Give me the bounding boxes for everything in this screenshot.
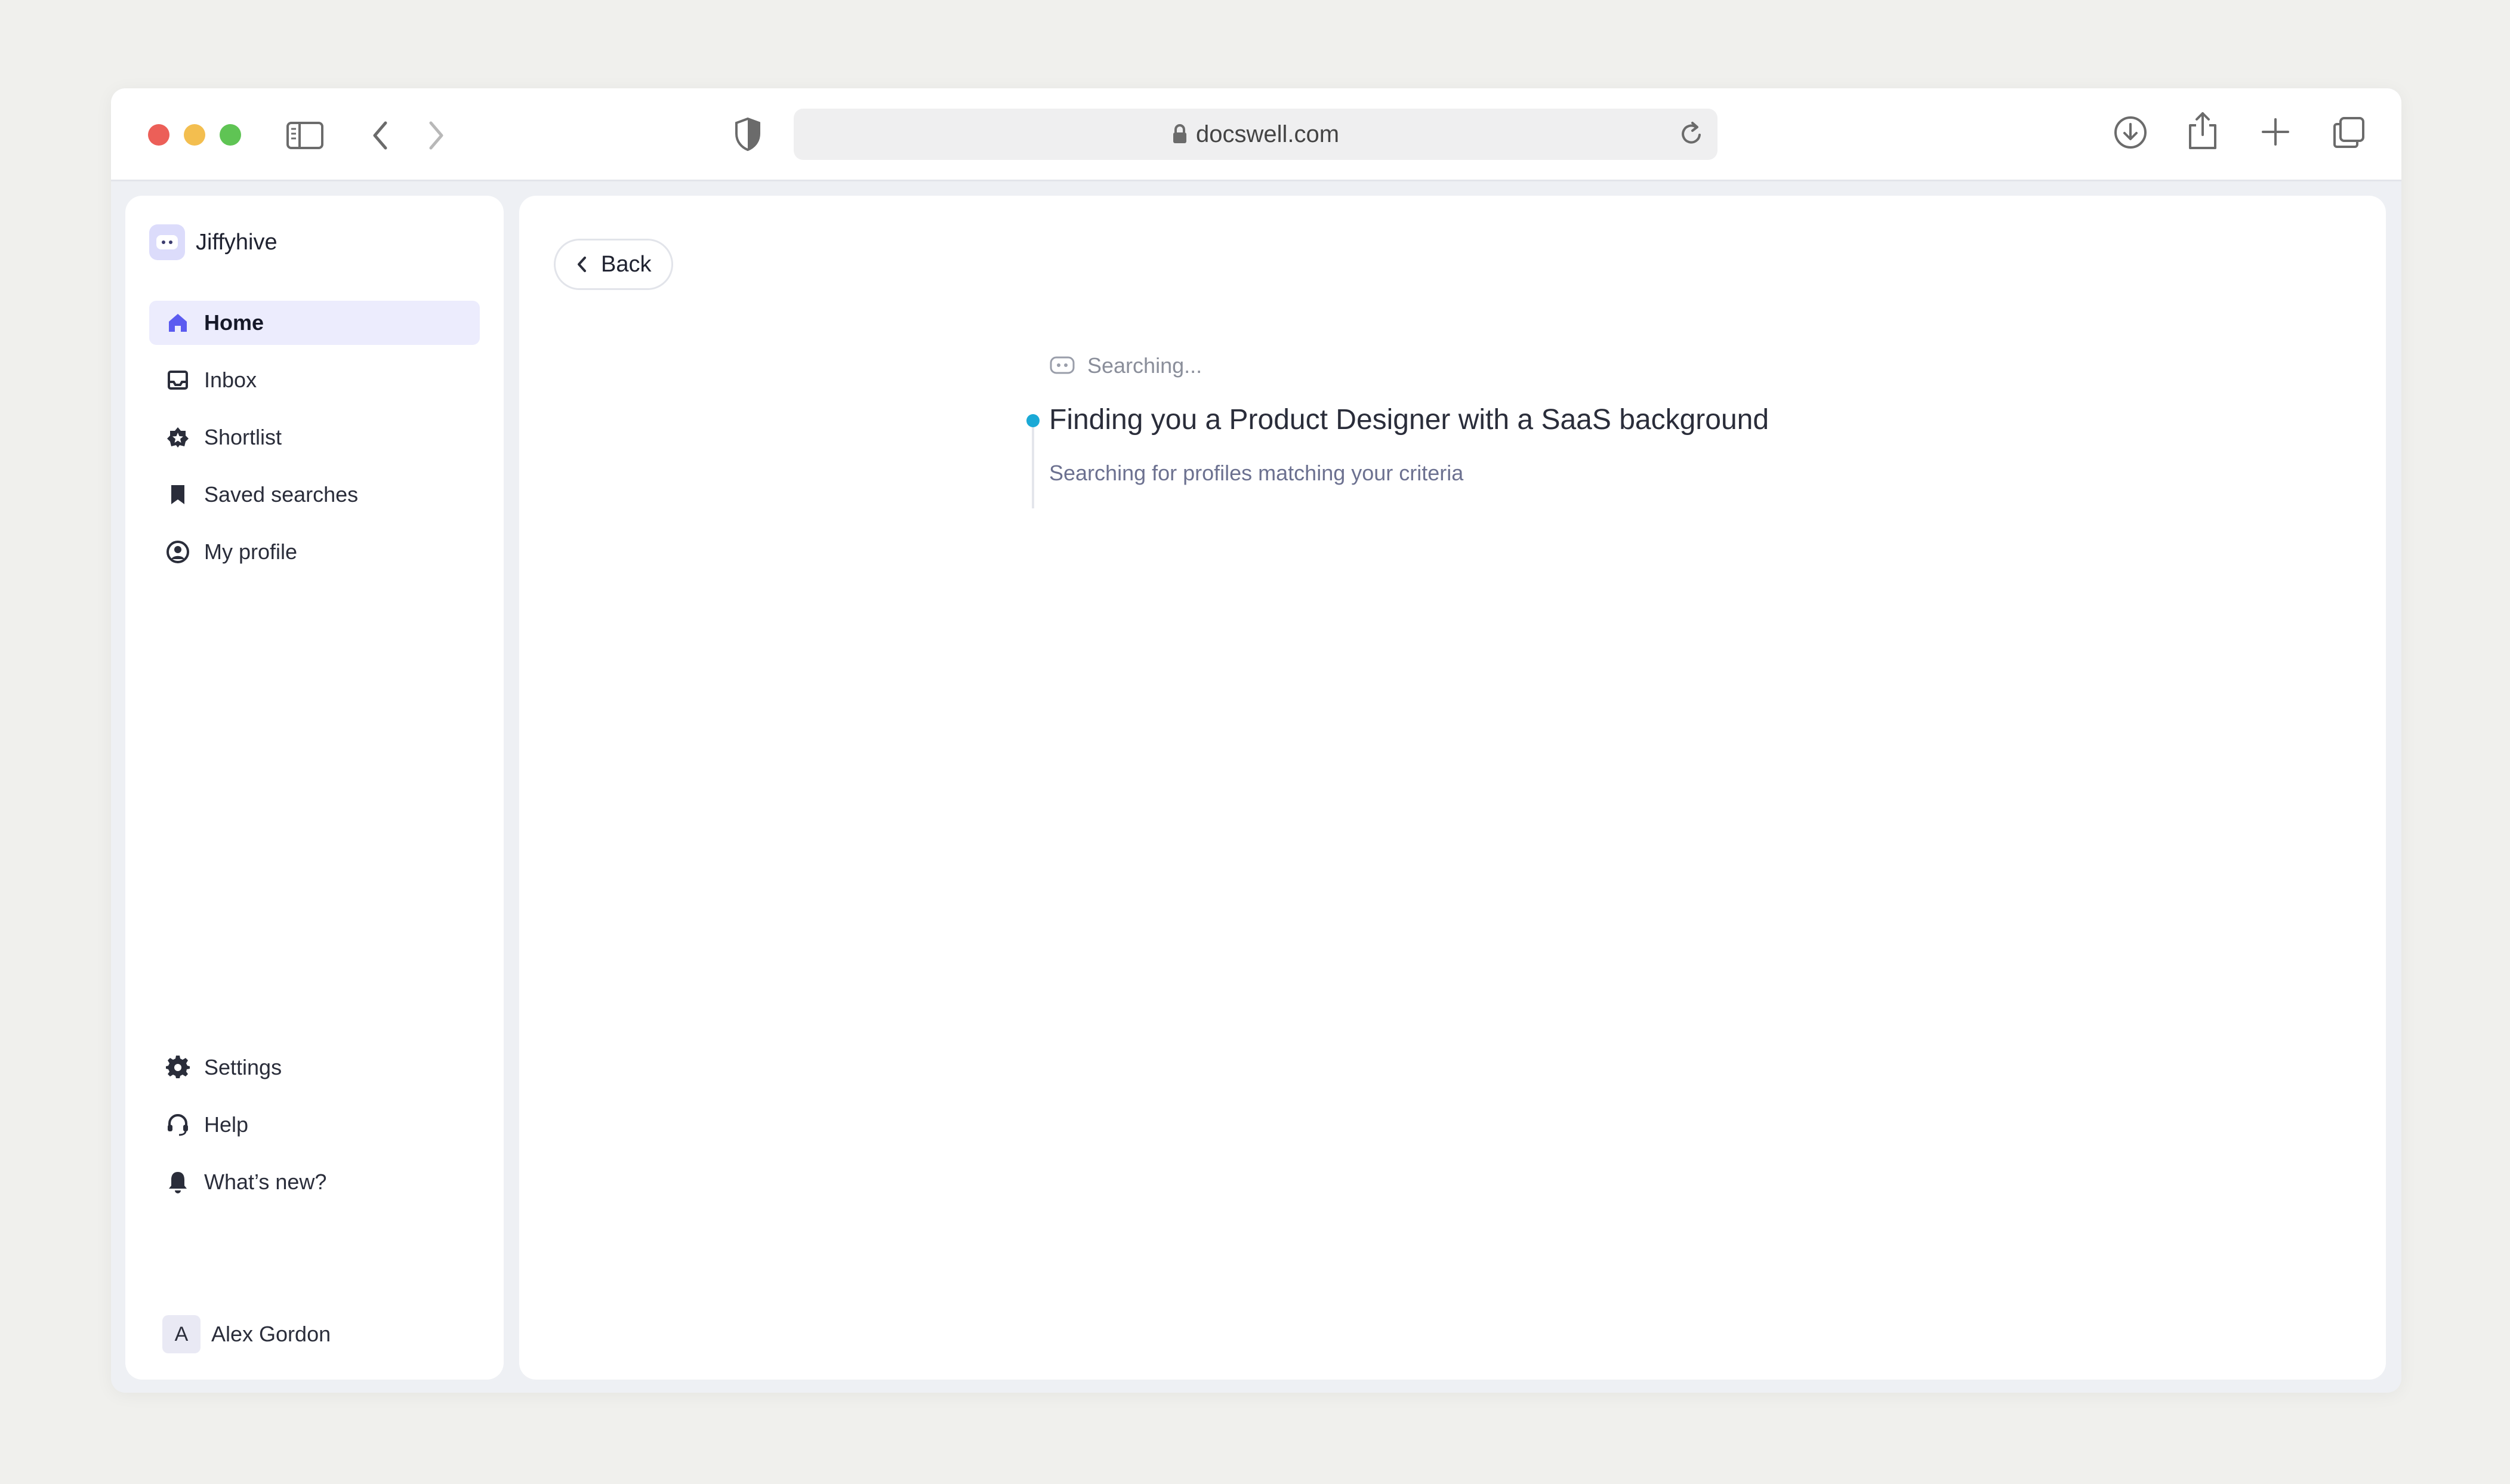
back-arrow-icon[interactable]	[371, 121, 389, 150]
sidebar-toggle-icon[interactable]	[286, 122, 323, 149]
sidebar-item-label: Saved searches	[204, 482, 359, 507]
new-tab-icon[interactable]	[2261, 117, 2290, 147]
forward-arrow-icon[interactable]	[427, 121, 445, 150]
timeline-line	[1032, 427, 1034, 508]
brand-logo-icon	[149, 224, 185, 260]
lock-icon	[1172, 124, 1188, 144]
inbox-icon	[165, 367, 191, 393]
sidebar-item-settings[interactable]: Settings	[149, 1045, 480, 1090]
star-badge-icon	[165, 424, 191, 451]
share-icon[interactable]	[2187, 111, 2219, 150]
user-circle-icon	[165, 539, 191, 565]
chevron-left-icon	[577, 256, 587, 273]
timeline-dot	[1026, 414, 1040, 427]
back-button[interactable]: Back	[554, 239, 673, 290]
sidebar-item-label: What’s new?	[204, 1170, 327, 1194]
user-account[interactable]: A Alex Gordon	[162, 1315, 331, 1353]
headset-icon	[165, 1112, 191, 1138]
reload-icon[interactable]	[1679, 121, 1704, 151]
sidebar-item-label: My profile	[204, 539, 298, 564]
sidebar-item-label: Settings	[204, 1055, 282, 1079]
maximize-window-button[interactable]	[220, 124, 241, 146]
sidebar-item-help[interactable]: Help	[149, 1103, 480, 1147]
sidebar-item-label: Help	[204, 1112, 249, 1137]
brand[interactable]: Jiffyhive	[149, 224, 277, 260]
back-button-label: Back	[601, 251, 652, 277]
sidebar-item-shortlist[interactable]: Shortlist	[149, 415, 480, 459]
user-name: Alex Gordon	[211, 1322, 331, 1346]
bookmark-icon	[165, 482, 191, 508]
bell-icon	[165, 1169, 191, 1195]
home-icon	[165, 310, 191, 336]
sidebar-item-label: Inbox	[204, 368, 257, 392]
main-panel: Back Searching... Finding you a Product …	[519, 196, 2386, 1380]
brand-name: Jiffyhive	[196, 229, 277, 255]
privacy-shield-icon[interactable]	[734, 117, 761, 152]
sidebar-item-inbox[interactable]: Inbox	[149, 358, 480, 402]
address-bar[interactable]: docswell.com	[794, 109, 1717, 160]
search-headline: Finding you a Product Designer with a Sa…	[1049, 404, 1769, 436]
search-subline: Searching for profiles matching your cri…	[1049, 461, 1464, 485]
avatar: A	[162, 1315, 201, 1353]
status-text: Searching...	[1087, 353, 1202, 378]
search-status: Searching...	[1049, 353, 1202, 378]
sidebar-item-home[interactable]: Home	[149, 301, 480, 345]
tab-overview-icon[interactable]	[2332, 116, 2366, 149]
sidebar-item-label: Shortlist	[204, 425, 282, 449]
bot-icon	[1049, 355, 1075, 377]
sidebar-item-my-profile[interactable]: My profile	[149, 530, 480, 574]
sidebar-item-label: Home	[204, 310, 264, 335]
gear-icon	[165, 1054, 191, 1081]
sidebar-item-whats-new[interactable]: What’s new?	[149, 1160, 480, 1204]
minimize-window-button[interactable]	[184, 124, 205, 146]
sidebar-item-saved-searches[interactable]: Saved searches	[149, 473, 480, 517]
download-icon[interactable]	[2113, 115, 2148, 150]
url-text: docswell.com	[1195, 121, 1340, 147]
sidebar: Jiffyhive Home Inbox Shortlist Saved sea…	[125, 196, 504, 1380]
browser-toolbar: docswell.com	[111, 88, 2401, 181]
close-window-button[interactable]	[148, 124, 169, 146]
browser-window: docswell.com Jiffyhive Home Inbox Shortl…	[111, 88, 2401, 1393]
